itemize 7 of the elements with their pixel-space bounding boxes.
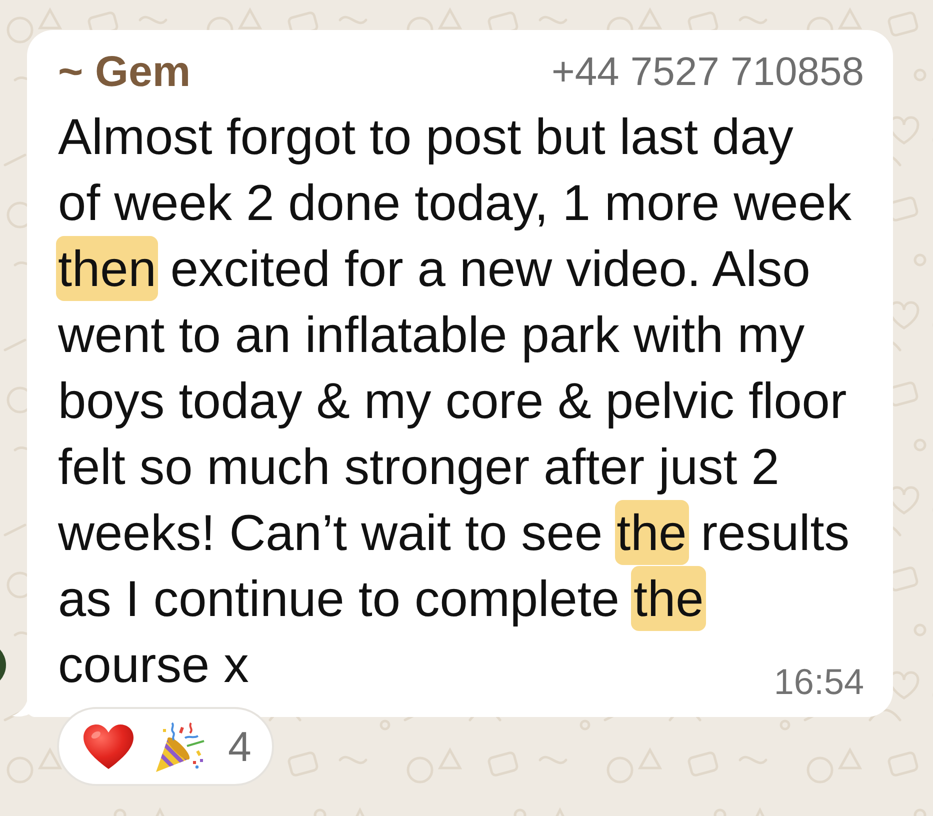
reaction-count: 4 [228, 722, 252, 770]
message-time: 16:54 [774, 662, 864, 702]
heart-icon [83, 724, 134, 770]
sender-name[interactable]: ~ Gem [58, 46, 191, 98]
party-popper-icon [153, 720, 205, 772]
sender-phone: +44 7527 710858 [551, 49, 864, 96]
reactions-summary[interactable]: 4 [57, 707, 274, 786]
